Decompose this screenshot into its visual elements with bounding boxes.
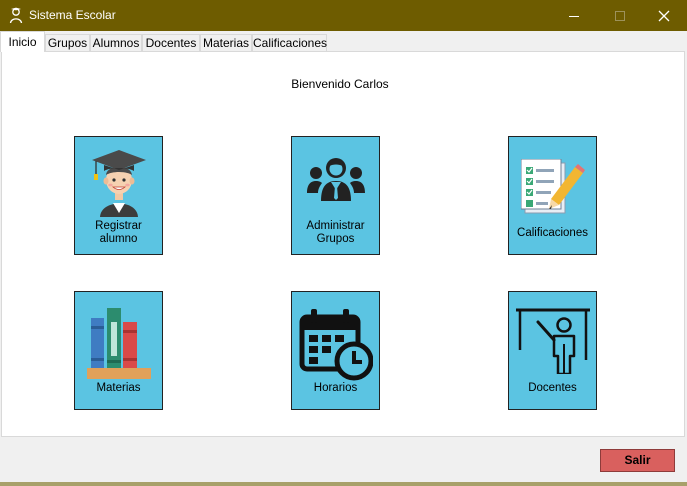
graded-checklist-icon bbox=[520, 159, 585, 214]
welcome-text: Bienvenido Carlos bbox=[291, 77, 389, 91]
manage-groups-label: Administrar Grupos bbox=[292, 220, 379, 246]
teachers-label: Docentes bbox=[528, 382, 577, 394]
tab-materias[interactable]: Materias bbox=[200, 34, 252, 51]
register-student-label: Registrar alumno bbox=[75, 220, 162, 246]
minimize-icon bbox=[569, 15, 579, 17]
register-student-label-line2: alumno bbox=[99, 233, 138, 245]
group-users-icon bbox=[306, 158, 365, 201]
tab-docentes[interactable]: Docentes bbox=[142, 34, 200, 51]
books-icon bbox=[86, 308, 151, 379]
grades-button[interactable]: Calificaciones bbox=[508, 136, 597, 255]
teachers-button[interactable]: Docentes bbox=[508, 291, 597, 410]
register-student-button[interactable]: Registrar alumno bbox=[74, 136, 163, 255]
register-student-label-line1: Registrar bbox=[95, 220, 142, 232]
schedules-button[interactable]: Horarios bbox=[291, 291, 380, 410]
grades-label: Calificaciones bbox=[517, 227, 588, 239]
tab-calificaciones[interactable]: Calificaciones bbox=[252, 34, 327, 51]
manage-groups-label-line1: Administrar bbox=[306, 220, 365, 232]
tab-strip: Inicio Grupos Alumnos Docentes Materias … bbox=[0, 31, 687, 52]
home-panel: Bienvenido Carlos Registrar alumno Admin… bbox=[1, 51, 685, 437]
maximize-button[interactable] bbox=[597, 0, 643, 31]
teacher-board-icon bbox=[515, 308, 590, 374]
welcome-message: Bienvenido Carlos bbox=[2, 77, 682, 91]
tab-alumnos[interactable]: Alumnos bbox=[90, 34, 142, 51]
manage-groups-label-line2: Grupos bbox=[316, 233, 355, 245]
maximize-icon bbox=[615, 10, 625, 21]
minimize-button[interactable] bbox=[551, 0, 597, 31]
manage-groups-button[interactable]: Administrar Grupos bbox=[291, 136, 380, 255]
schedules-label: Horarios bbox=[313, 382, 358, 394]
close-button[interactable] bbox=[641, 0, 687, 31]
exit-button[interactable]: Salir bbox=[600, 449, 675, 472]
close-icon bbox=[658, 10, 670, 21]
window-bottom-edge bbox=[0, 482, 687, 486]
title-bar: Sistema Escolar bbox=[0, 0, 687, 31]
window-title: Sistema Escolar bbox=[29, 8, 116, 22]
app-icon bbox=[9, 7, 23, 24]
graduate-student-icon bbox=[91, 150, 146, 217]
tab-inicio[interactable]: Inicio bbox=[0, 31, 45, 52]
subjects-label: Materias bbox=[96, 382, 141, 394]
subjects-button[interactable]: Materias bbox=[74, 291, 163, 410]
calendar-clock-icon bbox=[299, 309, 373, 381]
tab-grupos[interactable]: Grupos bbox=[45, 34, 90, 51]
